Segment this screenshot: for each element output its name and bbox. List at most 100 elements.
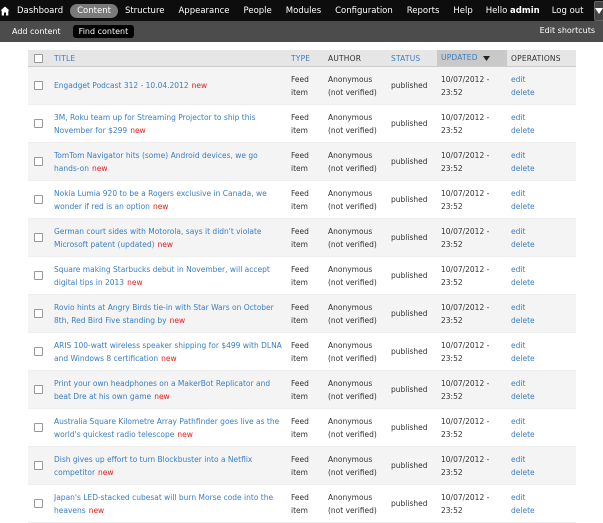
type-cell: Feeditem [287,485,324,523]
toolbar-menu-appearance[interactable]: Appearance [171,4,236,18]
author-verified: (not verified) [328,124,383,137]
row-checkbox[interactable] [34,233,43,242]
edit-link[interactable]: edit [511,301,572,314]
author-verified: (not verified) [328,352,383,365]
table-row: 3M, Roku team up for Streaming Projector… [28,105,576,143]
table-row: Square making Starbucks debut in Novembe… [28,257,576,295]
row-checkbox[interactable] [34,119,43,128]
row-checkbox[interactable] [34,347,43,356]
edit-link[interactable]: edit [511,453,572,466]
delete-link[interactable]: delete [511,314,572,327]
row-checkbox[interactable] [34,271,43,280]
author-name: Anonymous [328,339,383,352]
new-marker: new [153,202,169,211]
type-line-1: Feed [291,73,320,86]
toolbar-menu-structure[interactable]: Structure [118,4,172,18]
logout-link[interactable]: Log out [546,6,594,16]
table-row: ARIS 100-watt wireless speaker shipping … [28,333,576,371]
row-checkbox[interactable] [34,309,43,318]
delete-link[interactable]: delete [511,390,572,403]
type-cell: Feeditem [287,257,324,295]
toolbar-menu-content[interactable]: Content [70,4,118,18]
select-all-checkbox[interactable] [34,54,43,63]
column-header-title[interactable]: TITLE [50,50,287,67]
title-cell: Australia Square Kilometre Array Pathfin… [50,409,287,447]
type-line-1: Feed [291,301,320,314]
edit-shortcuts-link[interactable]: Edit shortcuts [540,26,595,35]
delete-link[interactable]: delete [511,352,572,365]
updated-date: 10/07/2012 - [441,453,503,466]
edit-link[interactable]: edit [511,111,572,124]
home-icon[interactable] [0,0,10,21]
toolbar-menu-configuration[interactable]: Configuration [328,4,400,18]
edit-link[interactable]: edit [511,339,572,352]
title-cell: TomTom Navigator hits (some) Android dev… [50,143,287,181]
shortcut-find-content[interactable]: Find content [73,25,135,38]
edit-link[interactable]: edit [511,415,572,428]
row-checkbox[interactable] [34,157,43,166]
row-checkbox[interactable] [34,499,43,508]
delete-link[interactable]: delete [511,428,572,441]
updated-time: 23:52 [441,428,503,441]
operations-cell: editdelete [507,219,576,257]
title-link[interactable]: Japan's LED-stacked cubesat will burn Mo… [54,493,273,515]
title-link[interactable]: TomTom Navigator hits (some) Android dev… [54,151,258,173]
row-select-cell [28,181,50,219]
author-name: Anonymous [328,187,383,200]
delete-link[interactable]: delete [511,238,572,251]
edit-link[interactable]: edit [511,377,572,390]
edit-link[interactable]: edit [511,263,572,276]
toolbar-menu-help[interactable]: Help [446,4,479,18]
row-checkbox[interactable] [34,461,43,470]
toolbar-menu-dashboard[interactable]: Dashboard [10,4,70,18]
edit-link[interactable]: edit [511,187,572,200]
type-line-2: item [291,314,320,327]
toolbar-menu-people[interactable]: People [237,4,279,18]
title-link[interactable]: Australia Square Kilometre Array Pathfin… [54,417,279,439]
updated-cell: 10/07/2012 -23:52 [437,371,507,409]
new-marker: new [89,506,105,515]
title-link[interactable]: Rovio hints at Angry Birds tie-in with S… [54,303,274,325]
toolbar-menu-reports[interactable]: Reports [400,4,447,18]
author-verified: (not verified) [328,428,383,441]
delete-link[interactable]: delete [511,124,572,137]
delete-link[interactable]: delete [511,162,572,175]
delete-link[interactable]: delete [511,504,572,517]
title-cell: ARIS 100-watt wireless speaker shipping … [50,333,287,371]
table-row: Nokia Lumia 920 to be a Rogers exclusive… [28,181,576,219]
table-row: German court sides with Motorola, says i… [28,219,576,257]
delete-link[interactable]: delete [511,466,572,479]
row-select-cell [28,295,50,333]
row-select-cell [28,409,50,447]
toolbar-toggle-button[interactable] [594,1,603,21]
delete-link[interactable]: delete [511,200,572,213]
author-verified: (not verified) [328,238,383,251]
delete-link[interactable]: delete [511,276,572,289]
edit-link[interactable]: edit [511,73,572,86]
author-cell: Anonymous(not verified) [324,295,387,333]
row-checkbox[interactable] [34,423,43,432]
author-verified: (not verified) [328,504,383,517]
row-checkbox[interactable] [34,195,43,204]
content-table: TITLE TYPE AUTHOR STATUS UPDATED OPERATI… [28,50,576,523]
title-link[interactable]: 3M, Roku team up for Streaming Projector… [54,113,255,135]
title-link[interactable]: Dish gives up effort to turn Blockbuster… [54,455,252,477]
column-header-updated[interactable]: UPDATED [437,50,507,67]
toolbar-menu-modules[interactable]: Modules [279,4,328,18]
column-header-status[interactable]: STATUS [387,50,437,67]
row-checkbox[interactable] [34,385,43,394]
column-header-type[interactable]: TYPE [287,50,324,67]
title-link[interactable]: Square making Starbucks debut in Novembe… [54,265,270,287]
edit-link[interactable]: edit [511,149,572,162]
chevron-down-icon [595,8,603,14]
shortcut-add-content[interactable]: Add content [6,25,67,38]
updated-time: 23:52 [441,238,503,251]
row-checkbox[interactable] [34,81,43,90]
title-cell: Nokia Lumia 920 to be a Rogers exclusive… [50,181,287,219]
delete-link[interactable]: delete [511,86,572,99]
row-select-cell [28,257,50,295]
title-link[interactable]: Engadget Podcast 312 - 10.04.2012 [54,81,189,90]
edit-link[interactable]: edit [511,491,572,504]
edit-link[interactable]: edit [511,225,572,238]
username-link[interactable]: admin [510,6,540,16]
